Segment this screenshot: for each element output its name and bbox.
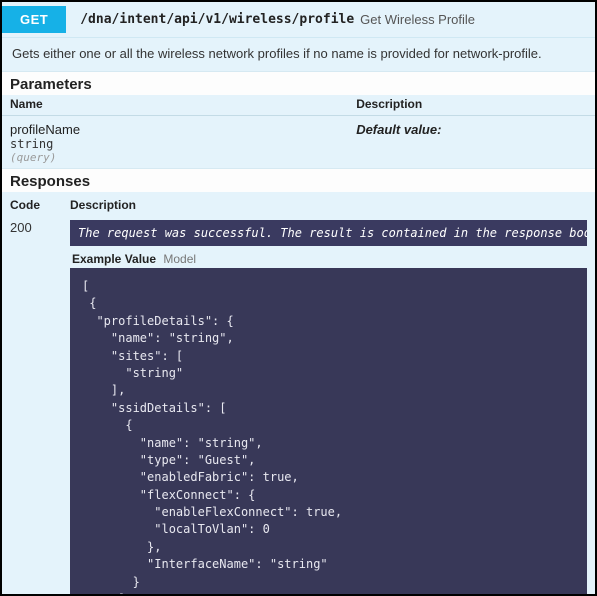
param-type: string <box>10 137 356 151</box>
response-code: 200 <box>10 220 70 596</box>
parameter-row: profileName string (query) Default value… <box>2 116 595 168</box>
tab-example-value[interactable]: Example Value <box>72 252 156 266</box>
tab-model[interactable]: Model <box>163 252 196 266</box>
operation-summary: Get Wireless Profile <box>360 12 475 27</box>
response-header-code: Code <box>10 198 70 212</box>
param-default-label: Default value: <box>356 122 587 137</box>
response-header-description: Description <box>70 198 587 212</box>
operation-description: Gets either one or all the wireless netw… <box>2 37 595 71</box>
param-header-description: Description <box>356 97 587 111</box>
parameters-table-header: Name Description <box>2 95 595 116</box>
api-operation-panel: GET /dna/intent/api/v1/wireless/profile … <box>0 0 597 596</box>
param-in: (query) <box>10 151 356 164</box>
example-code-block[interactable]: [ { "profileDetails": { "name": "string"… <box>70 268 587 596</box>
responses-heading: Responses <box>2 168 595 192</box>
parameters-heading: Parameters <box>2 71 595 95</box>
example-tabs: Example Value Model <box>70 246 587 268</box>
param-name: profileName <box>10 122 356 137</box>
param-header-name: Name <box>10 97 356 111</box>
http-method-badge: GET <box>2 6 66 33</box>
operation-header[interactable]: GET /dna/intent/api/v1/wireless/profile … <box>2 2 595 37</box>
response-message: The request was successful. The result i… <box>70 220 587 246</box>
responses-table-header: Code Description <box>2 192 595 216</box>
response-row: 200 The request was successful. The resu… <box>2 216 595 596</box>
endpoint-path: /dna/intent/api/v1/wireless/profile <box>80 12 354 27</box>
